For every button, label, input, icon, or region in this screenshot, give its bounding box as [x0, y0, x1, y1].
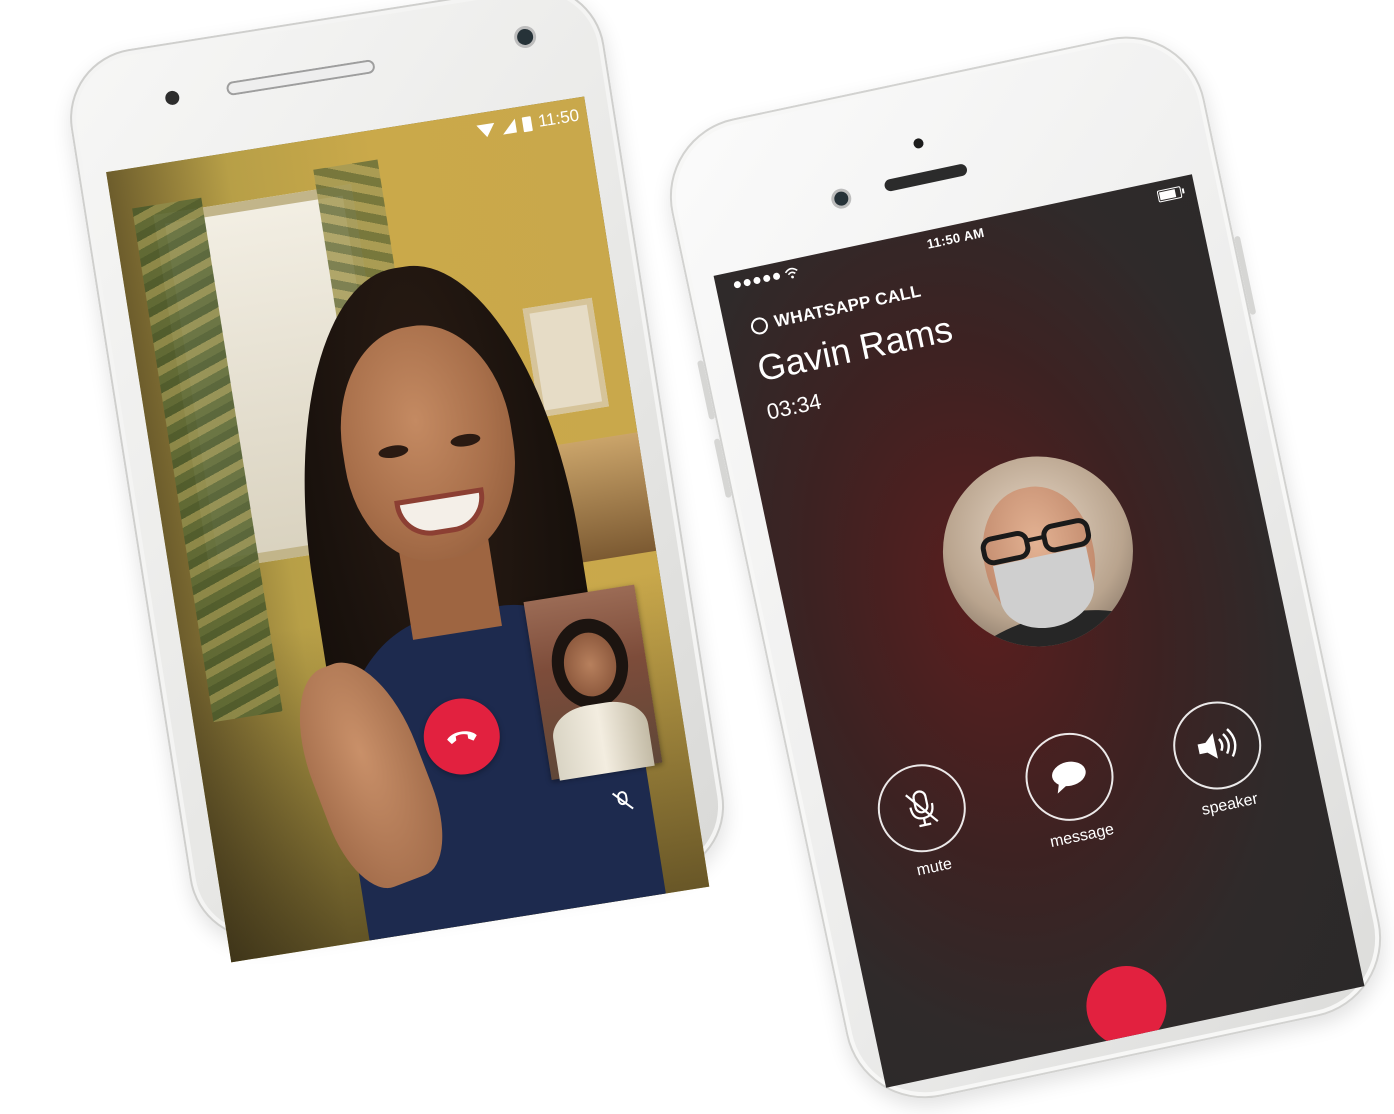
- front-camera: [515, 27, 535, 47]
- speaker-button[interactable]: speaker: [1164, 693, 1276, 823]
- mic-off-icon: [905, 790, 939, 828]
- chat-bubble-icon: [1052, 761, 1086, 794]
- eye: [377, 443, 410, 460]
- proximity-sensor: [912, 137, 925, 150]
- mute-button-ring[interactable]: [869, 756, 974, 861]
- speaker-label: speaker: [1200, 790, 1260, 819]
- volume-button: [713, 438, 732, 499]
- android-status-time: 11:50: [536, 105, 581, 131]
- ios-status-bar: 11:50 AM: [714, 174, 1198, 303]
- mute-icon[interactable]: [609, 787, 636, 814]
- contact-avatar: [925, 438, 1151, 665]
- ios-status-time: 11:50 AM: [925, 224, 986, 252]
- signal-icon: [500, 118, 517, 135]
- smile: [399, 492, 484, 535]
- earpiece-speaker: [225, 58, 376, 97]
- volume-button: [696, 359, 716, 420]
- android-video-call-screen: 11:50: [106, 96, 710, 963]
- front-camera: [833, 190, 850, 207]
- wifi-icon: [476, 122, 496, 139]
- whatsapp-logo-icon: [749, 315, 770, 336]
- eye: [449, 431, 482, 449]
- android-phone: 11:50: [60, 0, 735, 963]
- message-button-ring[interactable]: [1017, 724, 1122, 830]
- call-duration: 03:34: [764, 388, 824, 425]
- proximity-sensor: [164, 89, 181, 106]
- speaker-icon: [1197, 728, 1237, 759]
- mute-label: mute: [915, 855, 954, 880]
- earpiece-speaker: [883, 163, 969, 193]
- message-button[interactable]: message: [1016, 724, 1128, 854]
- end-call-button[interactable]: [1078, 958, 1174, 1054]
- message-label: message: [1048, 820, 1116, 852]
- iphone: 11:50 AM WHATSAPP CALL Gavin Rams 03:34: [655, 21, 1394, 1114]
- speaker-button-ring[interactable]: [1165, 693, 1270, 798]
- battery-icon: [521, 115, 533, 132]
- whatsapp-call-screen: 11:50 AM WHATSAPP CALL Gavin Rams 03:34: [713, 174, 1365, 1088]
- end-call-icon: [447, 731, 477, 745]
- mute-button[interactable]: mute: [869, 756, 981, 886]
- power-button: [1233, 235, 1257, 316]
- pip-body: [548, 696, 655, 781]
- call-controls: mute message speaker: [822, 683, 1332, 931]
